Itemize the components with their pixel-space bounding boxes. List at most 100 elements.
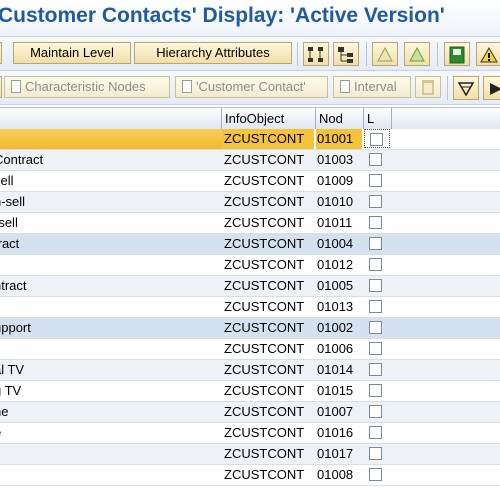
node-id-cell[interactable]: 01015 bbox=[316, 381, 362, 401]
node-id-cell[interactable]: 01005 bbox=[316, 276, 362, 296]
node-id-cell[interactable]: 01010 bbox=[316, 192, 362, 212]
warning-icon[interactable] bbox=[476, 42, 500, 66]
node-description-cell[interactable] bbox=[0, 129, 222, 149]
leaf-checkbox[interactable] bbox=[369, 447, 382, 460]
infoobject-cell[interactable]: ZCUSTCONT bbox=[222, 234, 314, 254]
toolbar-button-partial[interactable] bbox=[0, 76, 2, 98]
node-description-cell[interactable]: n-sell bbox=[0, 192, 222, 212]
table-row[interactable]: ntract ZCUSTCONT01005 bbox=[0, 276, 500, 297]
leaf-checkbox[interactable] bbox=[369, 405, 382, 418]
table-row[interactable]: ZCUSTCONT 01001 bbox=[0, 129, 500, 150]
node-description-cell[interactable]: e bbox=[0, 423, 222, 443]
infoobject-cell[interactable]: ZCUSTCONT bbox=[222, 129, 314, 149]
infoobject-cell[interactable]: ZCUSTCONT bbox=[222, 150, 314, 170]
column-header-leaf[interactable]: L bbox=[364, 108, 392, 129]
leaf-checkbox[interactable] bbox=[369, 174, 382, 187]
table-row[interactable]: ZCUSTCONT 01006 bbox=[0, 339, 500, 360]
node-id-cell[interactable]: 01003 bbox=[316, 150, 362, 170]
hierarchy-attributes-button[interactable]: Hierarchy Attributes bbox=[134, 42, 292, 64]
node-id-cell[interactable]: 01012 bbox=[316, 255, 362, 275]
node-description-cell[interactable]: al TV bbox=[0, 360, 222, 380]
node-description-cell[interactable] bbox=[0, 339, 222, 359]
infoobject-cell[interactable]: ZCUSTCONT bbox=[222, 444, 314, 464]
interval-button[interactable]: Interval bbox=[333, 76, 411, 98]
characteristic-nodes-button[interactable]: Characteristic Nodes bbox=[4, 76, 170, 98]
leaf-checkbox[interactable] bbox=[369, 258, 382, 271]
infoobject-cell[interactable]: ZCUSTCONT bbox=[222, 381, 314, 401]
node-id-cell[interactable]: 01011 bbox=[316, 213, 362, 233]
infoobject-cell[interactable]: ZCUSTCONT bbox=[222, 192, 314, 212]
table-row[interactable]: ne ZCUSTCONT01007 bbox=[0, 402, 500, 423]
node-id-cell[interactable]: 01006 bbox=[316, 339, 362, 359]
leaf-checkbox[interactable] bbox=[370, 133, 383, 146]
hierarchy-expand-icon[interactable] bbox=[303, 42, 329, 66]
leaf-checkbox[interactable] bbox=[369, 342, 382, 355]
node-id-cell[interactable]: 01013 bbox=[316, 297, 362, 317]
table-row[interactable]: ZCUSTCONT 01008 bbox=[0, 465, 500, 486]
node-description-cell[interactable]: upport bbox=[0, 318, 222, 338]
infoobject-cell[interactable]: ZCUSTCONT bbox=[222, 360, 314, 380]
table-row[interactable]: -sell ZCUSTCONT01011 bbox=[0, 213, 500, 234]
infoobject-cell[interactable]: ZCUSTCONT bbox=[222, 276, 314, 296]
table-row[interactable]: al TV ZCUSTCONT01014 bbox=[0, 360, 500, 381]
node-description-cell[interactable]: tract bbox=[0, 234, 222, 254]
infoobject-cell[interactable]: ZCUSTCONT bbox=[222, 423, 314, 443]
node-id-cell[interactable]: 01017 bbox=[316, 444, 362, 464]
node-id-cell[interactable]: 01008 bbox=[316, 465, 362, 485]
filter-down-icon[interactable] bbox=[453, 76, 479, 100]
node-description-cell[interactable] bbox=[0, 444, 222, 464]
infoobject-cell[interactable]: ZCUSTCONT bbox=[222, 297, 314, 317]
table-row[interactable]: n-sell ZCUSTCONT01010 bbox=[0, 192, 500, 213]
leaf-checkbox[interactable] bbox=[369, 363, 382, 376]
node-description-cell[interactable] bbox=[0, 297, 222, 317]
move-down-icon[interactable] bbox=[404, 42, 430, 66]
leaf-checkbox[interactable] bbox=[369, 216, 382, 229]
node-description-cell[interactable]: -sell bbox=[0, 213, 222, 233]
leaf-checkbox[interactable] bbox=[369, 279, 382, 292]
infoobject-cell[interactable]: ZCUSTCONT bbox=[222, 402, 314, 422]
leaf-checkbox[interactable] bbox=[369, 468, 382, 481]
infoobject-cell[interactable]: ZCUSTCONT bbox=[222, 171, 314, 191]
leaf-checkbox[interactable] bbox=[369, 321, 382, 334]
infoobject-cell[interactable]: ZCUSTCONT bbox=[222, 213, 314, 233]
leaf-checkbox[interactable] bbox=[369, 153, 382, 166]
node-id-cell[interactable]: 01009 bbox=[316, 171, 362, 191]
column-header-node[interactable]: Nod bbox=[316, 108, 364, 129]
infoobject-cell[interactable]: ZCUSTCONT bbox=[222, 465, 314, 485]
leaf-checkbox[interactable] bbox=[369, 195, 382, 208]
infoobject-cell[interactable]: ZCUSTCONT bbox=[222, 255, 314, 275]
node-id-cell[interactable]: 01004 bbox=[316, 234, 362, 254]
table-row[interactable]: sell ZCUSTCONT01009 bbox=[0, 171, 500, 192]
table-row[interactable]: ZCUSTCONT 01012 bbox=[0, 255, 500, 276]
table-row[interactable]: tract ZCUSTCONT01004 bbox=[0, 234, 500, 255]
column-header-infoobject[interactable]: InfoObject bbox=[222, 108, 316, 129]
node-id-cell[interactable]: 01002 bbox=[316, 318, 362, 338]
table-row[interactable]: e ZCUSTCONT01016 bbox=[0, 423, 500, 444]
node-description-cell[interactable]: g TV bbox=[0, 381, 222, 401]
node-description-cell[interactable] bbox=[0, 465, 222, 485]
toolbar-button-partial[interactable] bbox=[0, 42, 2, 64]
delete-icon[interactable] bbox=[415, 76, 441, 98]
column-header-description[interactable] bbox=[0, 108, 222, 129]
maintain-level-button[interactable]: Maintain Level bbox=[13, 42, 131, 64]
arrow-icon[interactable] bbox=[483, 76, 500, 100]
leaf-checkbox[interactable] bbox=[369, 300, 382, 313]
infoobject-cell[interactable]: ZCUSTCONT bbox=[222, 318, 314, 338]
node-description-cell[interactable] bbox=[0, 255, 222, 275]
save-layout-icon[interactable] bbox=[444, 42, 470, 66]
leaf-checkbox[interactable] bbox=[369, 237, 382, 250]
move-up-icon[interactable] bbox=[372, 42, 398, 66]
infoobject-cell[interactable]: ZCUSTCONT bbox=[222, 339, 314, 359]
customer-contact-button[interactable]: 'Customer Contact' bbox=[175, 76, 328, 98]
table-row[interactable]: ZCUSTCONT 01013 bbox=[0, 297, 500, 318]
table-row[interactable]: ZCUSTCONT 01017 bbox=[0, 444, 500, 465]
node-id-cell[interactable]: 01016 bbox=[316, 423, 362, 443]
table-row[interactable]: upport ZCUSTCONT01002 bbox=[0, 318, 500, 339]
node-description-cell[interactable]: sell bbox=[0, 171, 222, 191]
leaf-checkbox[interactable] bbox=[369, 384, 382, 397]
node-id-cell[interactable]: 01001 bbox=[316, 129, 362, 149]
node-id-cell[interactable]: 01007 bbox=[316, 402, 362, 422]
table-row[interactable]: g TV ZCUSTCONT01015 bbox=[0, 381, 500, 402]
hierarchy-collapse-icon[interactable] bbox=[333, 42, 359, 66]
node-description-cell[interactable]: ne bbox=[0, 402, 222, 422]
